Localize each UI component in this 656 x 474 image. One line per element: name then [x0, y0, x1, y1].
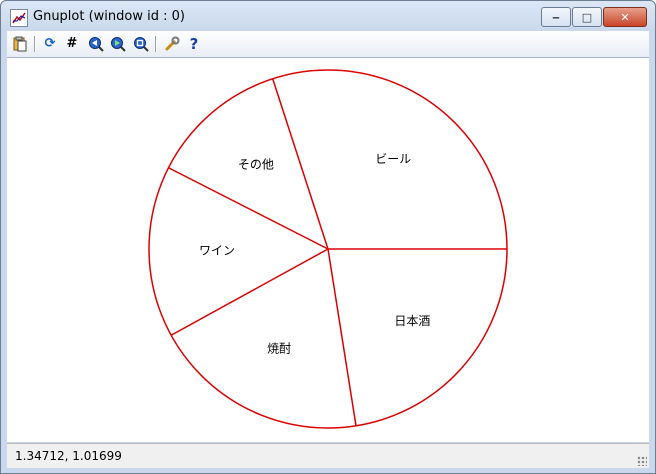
pie-slice-boundary	[327, 248, 357, 426]
resize-grip-icon[interactable]	[637, 456, 647, 466]
pie-slice-label: ビール	[375, 152, 411, 166]
minimize-button[interactable]: ‒	[541, 7, 571, 27]
pie-slice-boundary	[168, 167, 329, 250]
pie-slice-label: ワイン	[199, 244, 235, 258]
replot-icon[interactable]: ⟳	[41, 35, 59, 53]
pie-slice-label: 日本酒	[394, 314, 430, 328]
toolbar-separator	[155, 36, 157, 52]
unzoom-icon[interactable]	[132, 35, 150, 53]
help-icon[interactable]: ?	[185, 35, 203, 53]
toolbar: ⟳ # ?	[7, 31, 649, 58]
copy-to-clipboard-icon[interactable]	[11, 35, 29, 53]
status-bar: 1.34712, 1.01699	[7, 443, 649, 468]
gnuplot-window: Gnuplot (window id : 0) ‒ □ ✕ ⟳ # ? ビール …	[0, 0, 656, 474]
pie-slice-label: 焼酎	[267, 341, 291, 356]
grid-icon[interactable]: #	[63, 35, 81, 53]
maximize-button[interactable]: □	[572, 7, 602, 27]
title-bar[interactable]: Gnuplot (window id : 0) ‒ □ ✕	[1, 1, 655, 31]
window-title: Gnuplot (window id : 0)	[33, 9, 185, 24]
cursor-coordinates: 1.34712, 1.01699	[15, 449, 122, 463]
zoom-previous-icon[interactable]	[87, 35, 105, 53]
zoom-next-icon[interactable]	[109, 35, 127, 53]
close-button[interactable]: ✕	[603, 7, 647, 27]
plot-canvas[interactable]: ビール その他ワイン焼酎 日本酒	[7, 58, 649, 442]
options-icon[interactable]	[163, 35, 181, 53]
pie-slice-label: その他	[238, 158, 274, 172]
pie-slice-boundary	[170, 248, 329, 336]
toolbar-separator	[34, 36, 36, 52]
gnuplot-app-icon	[10, 9, 28, 27]
pie-chart: ビール その他ワイン焼酎 日本酒	[148, 69, 508, 429]
pie-slice-boundary	[271, 78, 329, 250]
